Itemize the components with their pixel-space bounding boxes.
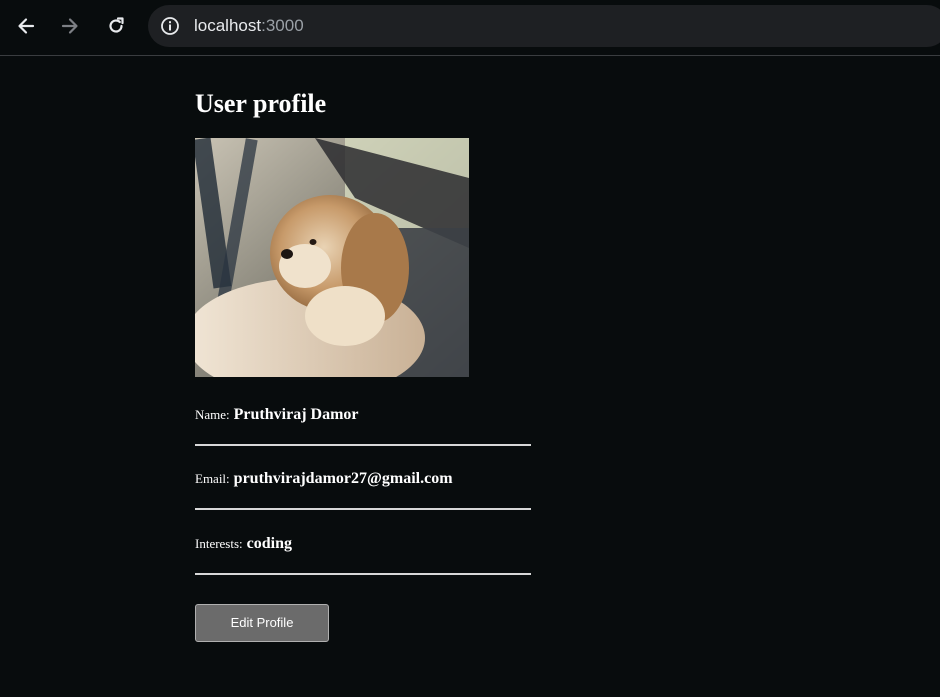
email-field: Email: pruthvirajdamor27@gmail.com bbox=[195, 470, 531, 510]
email-value: pruthvirajdamor27@gmail.com bbox=[233, 470, 453, 487]
name-field: Name: Pruthviraj Damor bbox=[195, 406, 531, 446]
interests-label: Interests: bbox=[195, 536, 243, 551]
url-port: :3000 bbox=[261, 16, 304, 35]
interests-value: coding bbox=[246, 535, 292, 552]
interests-field: Interests: coding bbox=[195, 535, 531, 575]
browser-toolbar: localhost:3000 bbox=[0, 0, 940, 56]
name-value: Pruthviraj Damor bbox=[233, 406, 359, 423]
url-text[interactable]: localhost:3000 bbox=[194, 5, 304, 47]
page-title: User profile bbox=[195, 89, 327, 118]
arrow-left-icon bbox=[18, 18, 35, 34]
address-bar[interactable]: localhost:3000 bbox=[148, 5, 940, 47]
info-icon[interactable] bbox=[157, 13, 183, 39]
back-button[interactable] bbox=[8, 8, 44, 44]
arrow-right-icon bbox=[61, 18, 78, 34]
reload-button[interactable] bbox=[98, 8, 134, 44]
edit-profile-button[interactable]: Edit Profile bbox=[195, 604, 329, 642]
forward-button[interactable] bbox=[52, 8, 88, 44]
email-label: Email: bbox=[195, 471, 230, 486]
reload-icon bbox=[109, 17, 124, 33]
url-host: localhost bbox=[194, 16, 262, 35]
avatar-image bbox=[195, 138, 469, 377]
name-label: Name: bbox=[195, 407, 230, 422]
